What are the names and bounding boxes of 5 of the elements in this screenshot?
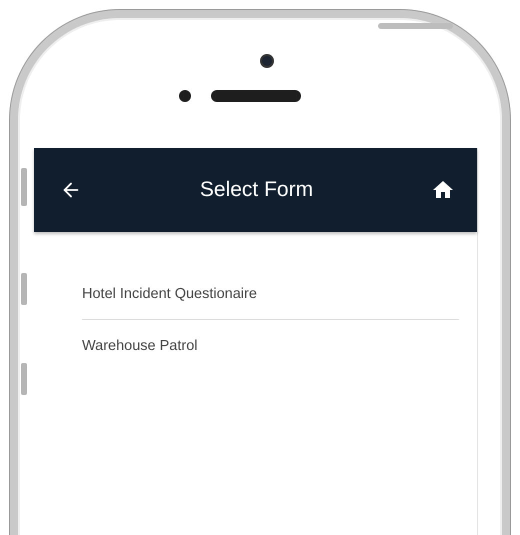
sensor-dot: [179, 90, 191, 102]
header-title: Select Form: [200, 178, 314, 202]
form-list-item[interactable]: Warehouse Patrol: [82, 319, 459, 371]
camera-icon: [260, 54, 274, 68]
form-list-item[interactable]: Hotel Incident Questionaire: [82, 268, 459, 319]
